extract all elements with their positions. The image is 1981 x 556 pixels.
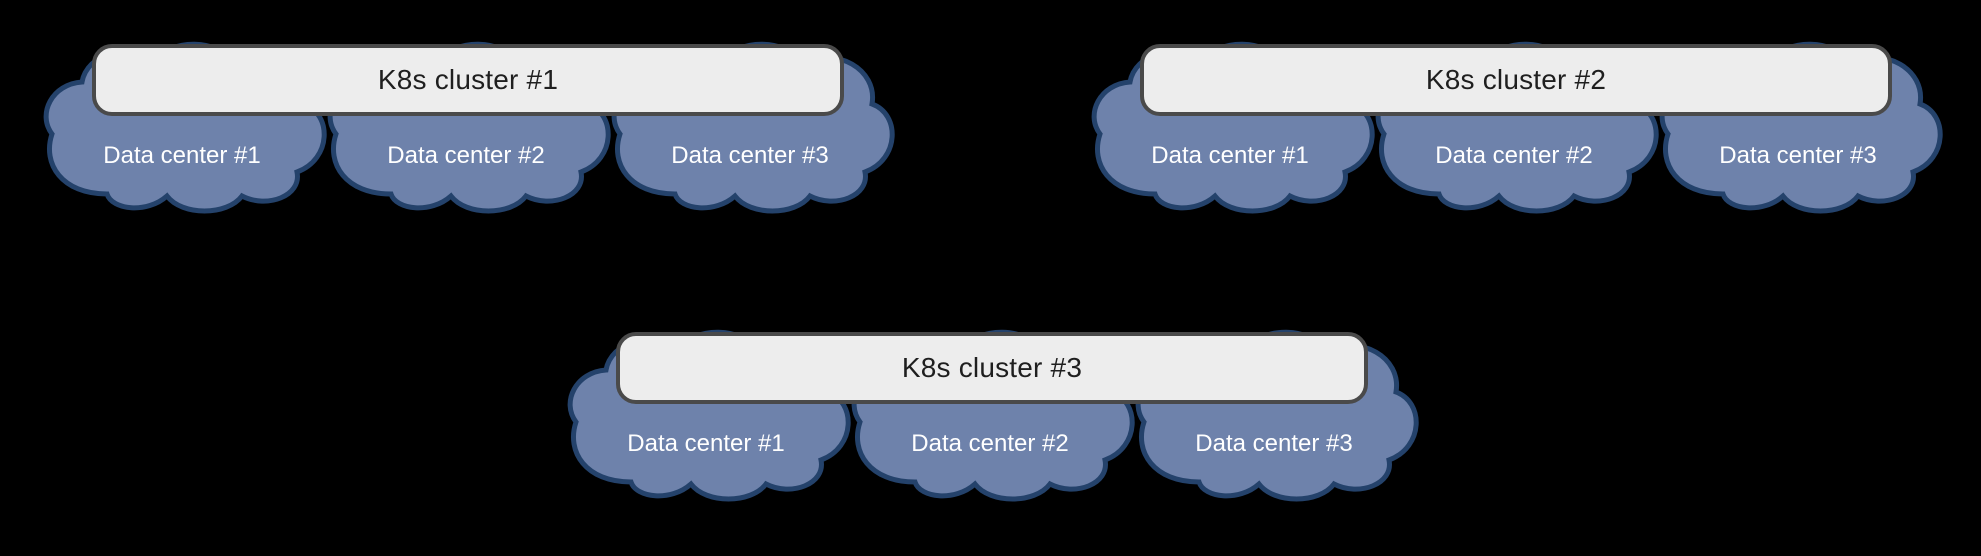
datacenter-labels: Data center #1 Data center #2 Data cente…: [556, 430, 1424, 470]
datacenter-label: Data center #3: [1124, 430, 1424, 458]
datacenter-label: Data center #3: [1648, 142, 1948, 170]
cluster-title: K8s cluster #1: [378, 64, 558, 96]
datacenter-label: Data center #3: [600, 142, 900, 170]
cluster-title: K8s cluster #3: [902, 352, 1082, 384]
cluster-bar: K8s cluster #2: [1140, 44, 1892, 116]
cluster-group-3: K8s cluster #3 Data center #1 Data cente…: [556, 300, 1424, 520]
datacenter-label: Data center #1: [32, 142, 332, 170]
cluster-group-2: K8s cluster #2 Data center #1 Data cente…: [1080, 12, 1948, 232]
cluster-bar: K8s cluster #1: [92, 44, 844, 116]
datacenter-labels: Data center #1 Data center #2 Data cente…: [1080, 142, 1948, 182]
datacenter-label: Data center #2: [316, 142, 616, 170]
datacenter-label: Data center #2: [840, 430, 1140, 458]
cluster-bar: K8s cluster #3: [616, 332, 1368, 404]
cluster-title: K8s cluster #2: [1426, 64, 1606, 96]
datacenter-label: Data center #1: [1080, 142, 1380, 170]
datacenter-label: Data center #1: [556, 430, 856, 458]
cluster-group-1: K8s cluster #1 Data center #1 Data cente…: [32, 12, 900, 232]
datacenter-labels: Data center #1 Data center #2 Data cente…: [32, 142, 900, 182]
diagram-canvas: K8s cluster #1 Data center #1 Data cente…: [0, 0, 1981, 556]
datacenter-label: Data center #2: [1364, 142, 1664, 170]
